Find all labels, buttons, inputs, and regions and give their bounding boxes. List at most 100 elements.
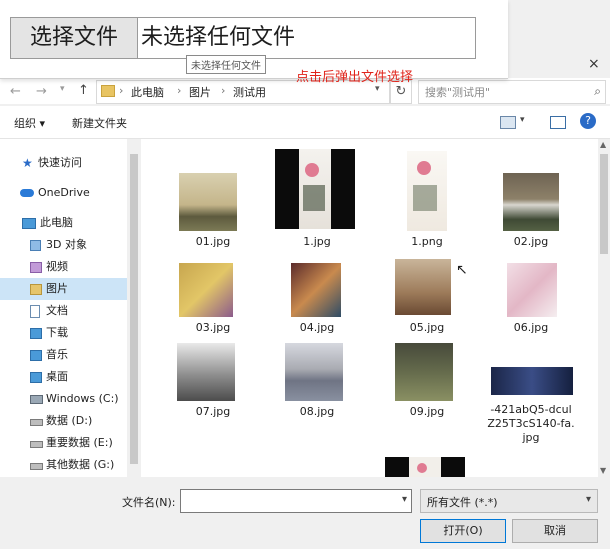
filetype-value: 所有文件 (*.*) <box>427 496 498 509</box>
document-icon <box>30 305 40 318</box>
nav-item-3d-objects[interactable]: 3D 对象 <box>0 234 127 256</box>
forward-icon[interactable]: → <box>36 84 47 99</box>
file-thumbnail <box>407 151 447 231</box>
file-name: 06.jpg <box>513 321 549 334</box>
file-tile[interactable]: 1.jpg <box>273 147 361 259</box>
file-tile[interactable]: 06.jpg <box>487 259 575 341</box>
new-folder-button[interactable]: 新建文件夹 <box>72 115 127 131</box>
nav-item-videos[interactable]: 视频 <box>0 256 127 278</box>
download-icon <box>30 328 42 339</box>
nav-item-onedrive[interactable]: OneDrive <box>0 182 127 204</box>
nav-item-label: OneDrive <box>38 186 90 199</box>
file-name: 08.jpg <box>299 405 335 418</box>
organize-button[interactable]: 组织 ▾ <box>14 115 45 131</box>
tooltip: 未选择任何文件 <box>186 55 266 74</box>
breadcrumb-item[interactable]: 测试用 <box>233 84 266 100</box>
crumb-separator: › <box>221 84 226 97</box>
file-tile[interactable]: 08.jpg <box>273 341 361 435</box>
file-tile[interactable]: -421abQ5-dculZ25T3cS140-fa.jpg <box>487 359 575 455</box>
chevron-down-icon[interactable]: ▾ <box>402 494 407 505</box>
nav-item-label: 图片 <box>46 282 68 295</box>
nav-item-label: Windows (C:) <box>46 392 119 405</box>
file-name: 03.jpg <box>195 321 231 334</box>
file-tile[interactable] <box>383 455 471 477</box>
nav-item-label: 音乐 <box>46 348 68 361</box>
drive-icon <box>30 463 43 470</box>
computer-icon <box>22 218 36 229</box>
file-tile[interactable]: 1.png <box>383 147 471 259</box>
chevron-down-icon: ▾ <box>585 494 591 505</box>
file-name: 02.jpg <box>513 235 549 248</box>
file-tile[interactable]: 09.jpg <box>383 341 471 435</box>
nav-item-desktop[interactable]: 桌面 <box>0 366 127 388</box>
file-tile[interactable]: 03.jpg <box>169 259 257 341</box>
filetype-select[interactable]: 所有文件 (*.*) ▾ <box>420 489 598 513</box>
scroll-down-icon[interactable]: ▼ <box>600 466 606 475</box>
annotation-text: 点击后弹出文件选择 <box>296 70 414 85</box>
mouse-cursor-icon: ↖ <box>456 262 468 278</box>
up-icon[interactable]: ↑ <box>78 83 89 98</box>
address-dropdown-icon[interactable]: ▾ <box>375 84 380 94</box>
close-icon[interactable]: × <box>588 56 600 72</box>
nav-item-downloads[interactable]: 下载 <box>0 322 127 344</box>
file-thumbnail <box>385 457 465 477</box>
nav-item-pictures[interactable]: 图片 <box>0 278 127 300</box>
breadcrumb-item[interactable]: 此电脑 <box>131 84 164 100</box>
star-icon: ★ <box>22 156 33 170</box>
choose-file-button[interactable]: 选择文件 <box>11 18 138 58</box>
breadcrumb-item[interactable]: 图片 <box>189 84 211 100</box>
nav-item-this-pc[interactable]: 此电脑 <box>0 212 127 234</box>
nav-scrollbar-thumb[interactable] <box>130 154 138 464</box>
file-thumbnail <box>285 343 343 401</box>
file-thumbnail <box>491 367 573 395</box>
file-name: 04.jpg <box>299 321 335 334</box>
file-tile[interactable]: 07.jpg <box>169 341 257 435</box>
help-icon[interactable]: ? <box>580 113 596 129</box>
file-name: 01.jpg <box>195 235 231 248</box>
view-dropdown-icon[interactable]: ▾ <box>520 115 525 125</box>
folder-icon <box>101 85 115 97</box>
nav-item-label: 数据 (D:) <box>46 414 93 427</box>
nav-item-label: 3D 对象 <box>46 238 87 251</box>
nav-item-label: 文档 <box>46 304 68 317</box>
content-scrollbar-thumb[interactable] <box>600 154 608 254</box>
nav-item-quick-access[interactable]: ★ 快速访问 <box>0 152 127 174</box>
drive-icon <box>30 441 43 448</box>
file-input[interactable]: 选择文件 未选择任何文件 <box>10 17 476 59</box>
file-list: 01.jpg 1.jpg 1.png 02.jpg 03.jpg 04.jpg … <box>141 139 598 477</box>
preview-pane-icon[interactable] <box>550 116 566 129</box>
dialog-footer: 文件名(N): ▾ 所有文件 (*.*) ▾ 打开(O) 取消 <box>0 477 610 549</box>
view-mode-icon[interactable] <box>500 116 516 129</box>
crumb-separator: › <box>177 84 182 97</box>
nav-item-label: 桌面 <box>46 370 68 383</box>
file-thumbnail <box>291 263 341 317</box>
open-button[interactable]: 打开(O) <box>420 519 506 543</box>
file-thumbnail <box>275 149 355 229</box>
back-icon[interactable]: ← <box>10 84 21 99</box>
search-input[interactable]: 搜索"测试用" ⌕ <box>418 80 606 104</box>
cancel-button[interactable]: 取消 <box>512 519 598 543</box>
scroll-up-icon[interactable]: ▲ <box>600 140 606 149</box>
drive-icon <box>30 419 43 426</box>
search-placeholder: 搜索"测试用" <box>425 86 491 99</box>
nav-item-drive-d[interactable]: 数据 (D:) <box>0 410 127 432</box>
nav-item-drive-e[interactable]: 重要数据 (E:) <box>0 432 127 454</box>
nav-item-music[interactable]: 音乐 <box>0 344 127 366</box>
toolbar: 组织 ▾ 新建文件夹 ▾ ? <box>0 106 610 139</box>
nav-item-drive-c[interactable]: Windows (C:) <box>0 388 127 410</box>
drive-icon <box>30 395 43 404</box>
file-tile[interactable]: 01.jpg <box>169 147 257 259</box>
file-thumbnail <box>507 263 557 317</box>
file-status-text: 未选择任何文件 <box>141 25 296 50</box>
file-tile[interactable]: 04.jpg <box>273 259 361 341</box>
recent-dropdown-icon[interactable]: ▾ <box>60 84 65 94</box>
file-tile[interactable]: 02.jpg <box>487 147 575 259</box>
file-thumbnail <box>179 263 233 317</box>
file-name: 09.jpg <box>409 405 445 418</box>
filename-input[interactable]: ▾ <box>180 489 412 513</box>
file-thumbnail <box>179 173 237 231</box>
desktop-icon <box>30 372 42 383</box>
nav-item-drive-g[interactable]: 其他数据 (G:) <box>0 454 127 476</box>
nav-item-documents[interactable]: 文档 <box>0 300 127 322</box>
file-name: 1.png <box>411 235 443 248</box>
